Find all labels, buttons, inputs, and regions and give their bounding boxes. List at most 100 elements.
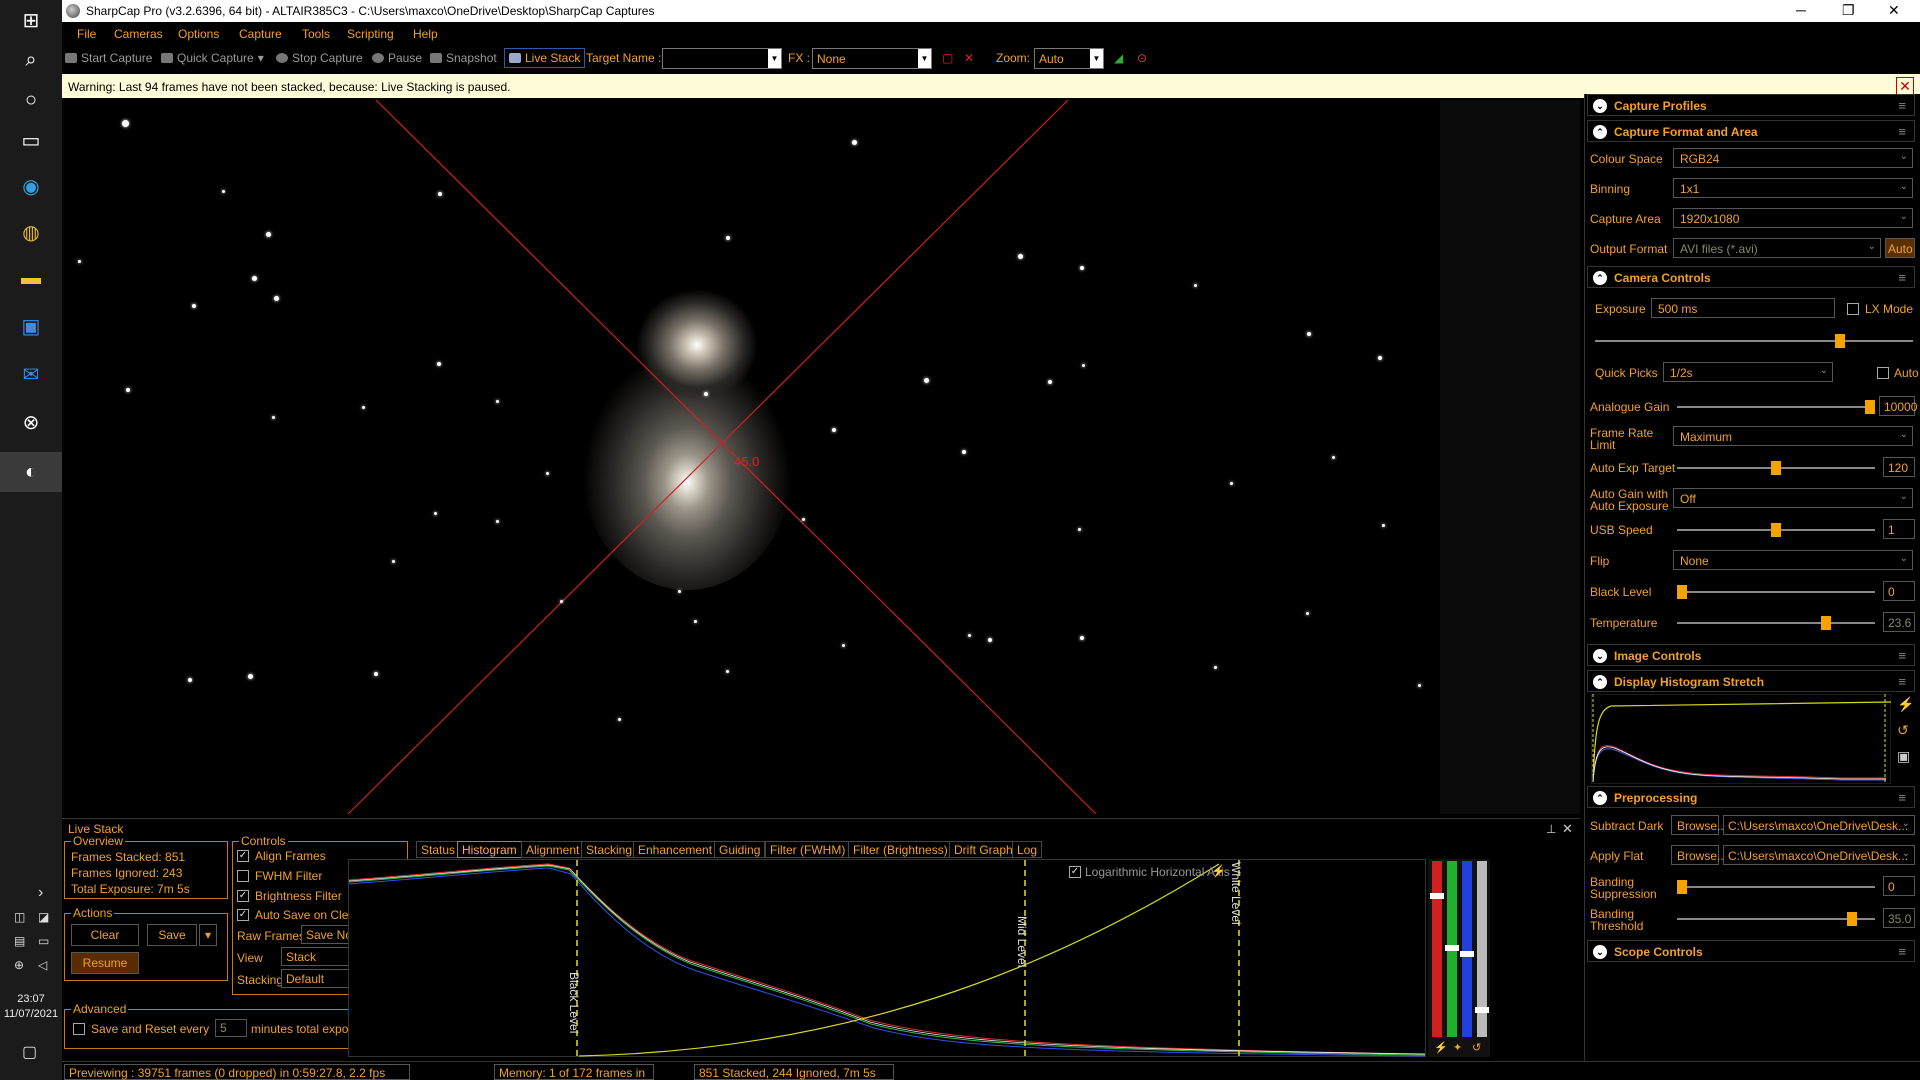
microsoft-store-icon[interactable]: ▣ <box>17 312 45 340</box>
menu-scripting[interactable]: Scripting <box>347 27 394 41</box>
menu-file[interactable]: File <box>77 27 96 41</box>
reset-icon[interactable]: ↺ <box>1472 1041 1481 1054</box>
volume-icon[interactable]: ◁ <box>38 958 47 972</box>
tab-histogram[interactable]: Histogram <box>457 841 522 858</box>
stop-capture-button[interactable]: Stop Capture <box>276 51 363 65</box>
subtract-dark-browse-button[interactable]: Browse... <box>1671 815 1727 835</box>
camera-controls-header[interactable]: ⌃ Camera Controls ≡ <box>1587 266 1915 288</box>
banding-suppression-thumb[interactable] <box>1677 880 1687 894</box>
image-viewer[interactable]: 45.0 <box>62 100 1580 814</box>
tab-filter-brightness[interactable]: Filter (Brightness) <box>848 841 953 858</box>
analogue-gain-value[interactable]: 10000 <box>1879 396 1917 416</box>
chevron-down-icon[interactable]: ▼ <box>768 49 781 68</box>
green-thumb[interactable] <box>1445 945 1459 951</box>
chevron-down-icon[interactable]: ▼ <box>1090 49 1103 68</box>
menu-icon[interactable]: ≡ <box>1898 124 1906 139</box>
save-icon[interactable]: ▣ <box>1897 748 1910 765</box>
chevron-up-icon[interactable]: ⌃ <box>1593 675 1607 689</box>
reticle-cross-icon[interactable]: ✕ <box>964 51 974 65</box>
show-hidden-icons-chevron-icon[interactable]: › <box>38 884 43 902</box>
fx-combo[interactable]: None ▼ <box>812 48 932 69</box>
red-slider[interactable] <box>1432 861 1442 1037</box>
display-histogram-graph[interactable] <box>1591 694 1891 784</box>
flip-combo[interactable]: None ⌄ <box>1673 550 1913 570</box>
color-adjust-sliders[interactable]: ⚡ ✦ ↺ <box>1428 859 1490 1057</box>
black-level-slider[interactable] <box>1677 585 1875 599</box>
lx-mode-checkbox[interactable] <box>1847 303 1859 315</box>
subtract-dark-path[interactable]: C:\Users\maxco\OneDrive\Desk... ⌄ <box>1723 815 1915 835</box>
tab-stacking[interactable]: Stacking <box>581 841 638 858</box>
tab-enhancement[interactable]: Enhancement <box>633 841 718 858</box>
quick-picks-auto-checkbox[interactable] <box>1877 367 1889 379</box>
notifications-icon[interactable]: ▢ <box>22 1042 37 1062</box>
image-controls-header[interactable]: ⌄ Image Controls ≡ <box>1587 644 1915 666</box>
dropdown-arrow-icon[interactable]: ▾ <box>258 51 264 65</box>
colour-space-combo[interactable]: RGB24 ⌄ <box>1673 148 1913 168</box>
exposure-input[interactable]: 500 ms <box>1651 298 1835 318</box>
close-icon[interactable]: ✕ <box>1896 77 1914 95</box>
preprocessing-header[interactable]: ⌃ Preprocessing ≡ <box>1587 786 1915 808</box>
cortana-icon[interactable]: ○ <box>17 86 45 114</box>
chevron-down-icon[interactable]: ⌄ <box>1593 945 1607 959</box>
close-icon[interactable]: ✕ <box>1562 821 1573 837</box>
luminance-thumb[interactable] <box>1475 1007 1489 1013</box>
usb-speed-value[interactable]: 1 <box>1883 519 1915 539</box>
apply-flat-path[interactable]: C:\Users\maxco\OneDrive\Desk... ⌄ <box>1723 845 1915 865</box>
menu-icon[interactable]: ≡ <box>1898 790 1906 805</box>
battery-icon[interactable]: ▭ <box>38 934 49 948</box>
analogue-gain-thumb[interactable] <box>1865 400 1875 414</box>
auto-save-checkbox[interactable]: ✓ <box>237 909 249 921</box>
capture-area-combo[interactable]: 1920x1080 ⌄ <box>1673 208 1913 228</box>
edge-browser-icon[interactable]: ◉ <box>17 172 45 200</box>
black-level-value[interactable]: 0 <box>1883 581 1915 601</box>
pause-button[interactable]: Pause <box>372 51 422 65</box>
auto-exp-value[interactable]: 120 <box>1883 457 1915 477</box>
exposure-slider[interactable] <box>1595 334 1913 348</box>
target-name-combo[interactable]: ▼ <box>662 48 782 69</box>
auto-exp-thumb[interactable] <box>1771 461 1781 475</box>
save-button[interactable]: Save <box>147 924 197 946</box>
banding-threshold-slider[interactable] <box>1677 912 1875 926</box>
output-format-auto-button[interactable]: Auto <box>1885 238 1915 258</box>
chevron-up-icon[interactable]: ⌃ <box>1593 125 1607 139</box>
clear-button[interactable]: Clear <box>71 924 139 946</box>
brightness-filter-checkbox[interactable]: ✓ <box>237 890 249 902</box>
capture-format-header[interactable]: ⌃ Capture Format and Area ≡ <box>1587 120 1915 142</box>
tab-filter-fwhm[interactable]: Filter (FWHM) <box>765 841 851 858</box>
auto-stretch-icon[interactable]: ⚡ <box>1211 864 1226 878</box>
live-stack-button[interactable]: Live Stack <box>504 48 586 68</box>
tab-drift-graph[interactable]: Drift Graph <box>949 841 1018 858</box>
save-dropdown-arrow-icon[interactable]: ▾ <box>199 924 217 946</box>
exposure-slider-thumb[interactable] <box>1835 334 1845 348</box>
menu-icon[interactable]: ≡ <box>1898 648 1906 663</box>
menu-icon[interactable]: ≡ <box>1898 674 1906 689</box>
tray-app-icon[interactable]: ◪ <box>38 910 49 924</box>
banding-threshold-thumb[interactable] <box>1847 912 1857 926</box>
scope-controls-header[interactable]: ⌄ Scope Controls ≡ <box>1587 940 1915 962</box>
auto-gain-combo[interactable]: Off ⌄ <box>1673 488 1913 508</box>
search-icon[interactable]: ⌕ <box>17 46 45 74</box>
black-level-thumb[interactable] <box>1677 585 1687 599</box>
chevron-up-icon[interactable]: ⌃ <box>1593 791 1607 805</box>
banding-threshold-value[interactable]: 35.0 <box>1883 908 1915 928</box>
menu-capture[interactable]: Capture <box>239 27 282 41</box>
xbox-icon[interactable]: ⊗ <box>17 408 45 436</box>
blue-slider[interactable] <box>1462 861 1472 1037</box>
reticle-square-icon[interactable]: ▢ <box>942 51 953 65</box>
frame-rate-combo[interactable]: Maximum ⌄ <box>1673 426 1913 446</box>
minimize-icon[interactable]: ─ <box>1796 2 1806 18</box>
taskbar-clock[interactable]: 23:07 11/07/2021 <box>0 992 62 1022</box>
auto-stretch-icon[interactable]: ⚡ <box>1897 696 1914 713</box>
auto-exp-slider[interactable] <box>1677 461 1875 475</box>
menu-icon[interactable]: ≡ <box>1898 98 1906 113</box>
menu-options[interactable]: Options <box>178 27 219 41</box>
usb-speed-slider[interactable] <box>1677 523 1875 537</box>
banding-suppression-value[interactable]: 0 <box>1883 876 1915 896</box>
sparkle-icon[interactable]: ✦ <box>1453 1041 1462 1054</box>
log-axis-checkbox[interactable]: ✓ <box>1069 866 1081 878</box>
pin-icon[interactable]: ⊥ <box>1546 822 1556 836</box>
capture-profiles-header[interactable]: ⌄ Capture Profiles ≡ <box>1587 94 1915 116</box>
menu-icon[interactable]: ≡ <box>1898 944 1906 959</box>
red-thumb[interactable] <box>1430 893 1444 899</box>
tray-camera-icon[interactable]: ◫ <box>14 910 25 924</box>
